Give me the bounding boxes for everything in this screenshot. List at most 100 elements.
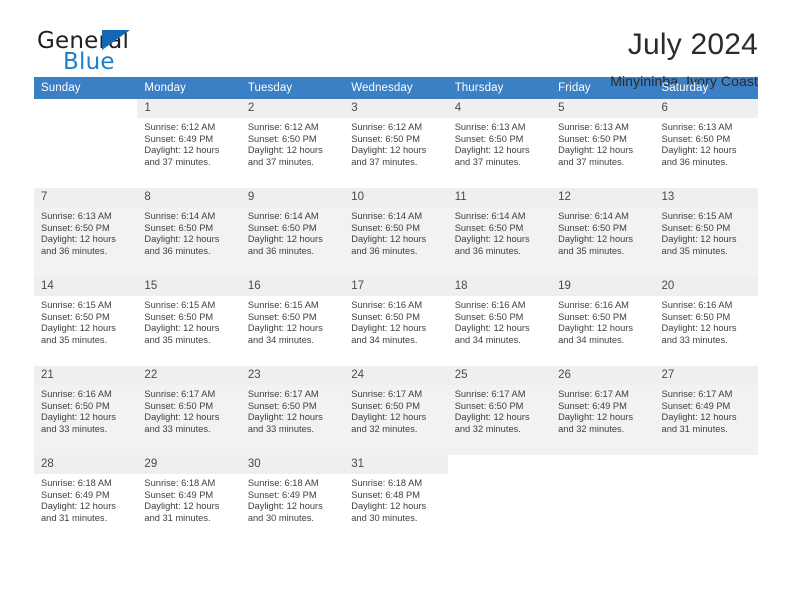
sunrise-text: Sunrise: 6:18 AM	[247, 478, 319, 488]
daylight-text-line1: Daylight: 12 hours	[661, 412, 737, 423]
day-cell[interactable]: 31 Sunrise: 6:18 AM Sunset: 6:48 PM Dayligh…	[344, 455, 448, 544]
day-cell[interactable]: 28 Sunrise: 6:18 AM Sunset: 6:49 PM Dayligh…	[34, 455, 138, 544]
calendar-page: General Blue July 2024 Minyininba, Ivory…	[0, 0, 792, 612]
day-cell[interactable]: 1 Sunrise: 6:12 AM Sunset: 6:49 PM Daylight…	[137, 99, 241, 188]
sunrise-text: Sunrise: 6:16 AM	[558, 300, 629, 310]
day-cell[interactable]: 13 Sunrise: 6:15 AM Sunset: 6:50 PM Dayligh…	[654, 188, 758, 277]
day-cell[interactable]	[448, 455, 551, 544]
day-cell[interactable]: 16 Sunrise: 6:15 AM Sunset: 6:50 PM Dayligh…	[240, 277, 345, 366]
sunrise-text: Sunrise: 6:15 AM	[144, 300, 216, 310]
daylight-text-line1: Daylight: 12 hours	[661, 234, 737, 245]
sunrise-text: Sunrise: 6:15 AM	[41, 300, 112, 310]
daylight-text-line2: and 34 minutes.	[351, 334, 418, 345]
day-number: 22	[137, 366, 241, 385]
day-cell[interactable]: 14 Sunrise: 6:15 AM Sunset: 6:50 PM Dayligh…	[34, 277, 138, 366]
sunrise-text: Sunrise: 6:14 AM	[144, 211, 216, 221]
daylight-text-line1: Daylight: 12 hours	[661, 145, 737, 156]
day-cell[interactable]: 24 Sunrise: 6:17 AM Sunset: 6:50 PM Dayligh…	[344, 366, 448, 455]
day-cell[interactable]: 10 Sunrise: 6:14 AM Sunset: 6:50 PM Dayligh…	[344, 188, 448, 277]
daylight-text-line1: Daylight: 12 hours	[144, 501, 220, 512]
day-cell[interactable]: 9 Sunrise: 6:14 AM Sunset: 6:50 PM Daylight…	[240, 188, 345, 277]
day-cell[interactable]: 2 Sunrise: 6:12 AM Sunset: 6:50 PM Daylight…	[240, 99, 345, 188]
daylight-text-line1: Daylight: 12 hours	[558, 234, 634, 245]
sunset-text: Sunset: 6:50 PM	[247, 222, 317, 233]
day-cell[interactable]: 8 Sunrise: 6:14 AM Sunset: 6:50 PM Daylight…	[137, 188, 241, 277]
sunset-text: Sunset: 6:50 PM	[351, 400, 420, 411]
calendar-week-row: 28 Sunrise: 6:18 AM Sunset: 6:49 PM Dayligh…	[34, 455, 758, 544]
day-cell[interactable]: 21 Sunrise: 6:16 AM Sunset: 6:50 PM Dayligh…	[34, 366, 138, 455]
day-cell[interactable]: 6 Sunrise: 6:13 AM Sunset: 6:50 PM Daylight…	[654, 99, 758, 188]
day-cell[interactable]	[655, 455, 758, 544]
sunset-text: Sunset: 6:50 PM	[454, 400, 524, 411]
weekday-header-tuesday: Tuesday	[240, 77, 345, 99]
day-number: 24	[344, 366, 448, 385]
sunrise-text: Sunrise: 6:16 AM	[41, 389, 112, 399]
day-cell[interactable]: 7 Sunrise: 6:13 AM Sunset: 6:50 PM Daylight…	[34, 188, 138, 277]
day-cell[interactable]: 23 Sunrise: 6:17 AM Sunset: 6:50 PM Dayligh…	[240, 366, 345, 455]
day-number: 18	[447, 277, 552, 296]
daylight-text-line2: and 36 minutes.	[144, 245, 211, 256]
day-number: 25	[447, 366, 552, 385]
day-cell[interactable]: 29 Sunrise: 6:18 AM Sunset: 6:49 PM Dayligh…	[137, 455, 241, 544]
sunset-text: Sunset: 6:48 PM	[351, 489, 420, 500]
sunset-text: Sunset: 6:50 PM	[247, 133, 317, 144]
daylight-text-line2: and 36 minutes.	[454, 245, 521, 256]
sunrise-text: Sunrise: 6:17 AM	[454, 389, 526, 399]
sunset-text: Sunset: 6:50 PM	[454, 133, 524, 144]
daylight-text-line2: and 36 minutes.	[247, 245, 314, 256]
day-number: 30	[240, 455, 345, 474]
sunset-text: Sunset: 6:50 PM	[41, 222, 110, 233]
day-number: 21	[34, 366, 138, 385]
sunrise-text: Sunrise: 6:17 AM	[247, 389, 319, 399]
sunrise-text: Sunrise: 6:13 AM	[454, 122, 526, 132]
sunset-text: Sunset: 6:50 PM	[454, 222, 524, 233]
sunset-text: Sunset: 6:50 PM	[41, 311, 110, 322]
day-number: 1	[137, 99, 241, 118]
day-cell[interactable]: 30 Sunrise: 6:18 AM Sunset: 6:49 PM Dayligh…	[240, 455, 345, 544]
day-cell[interactable]: 25 Sunrise: 6:17 AM Sunset: 6:50 PM Dayligh…	[447, 366, 552, 455]
day-cell[interactable]: 17 Sunrise: 6:16 AM Sunset: 6:50 PM Dayligh…	[344, 277, 448, 366]
daylight-text-line2: and 36 minutes.	[661, 156, 728, 167]
daylight-text-line1: Daylight: 12 hours	[558, 323, 634, 334]
general-blue-logo[interactable]: General Blue	[34, 28, 234, 80]
day-cell[interactable]: 22 Sunrise: 6:17 AM Sunset: 6:50 PM Dayligh…	[137, 366, 241, 455]
sunrise-text: Sunrise: 6:17 AM	[144, 389, 216, 399]
daylight-text-line2: and 34 minutes.	[454, 334, 521, 345]
sunrise-text: Sunrise: 6:17 AM	[558, 389, 629, 399]
day-cell[interactable]: 19 Sunrise: 6:16 AM Sunset: 6:50 PM Dayligh…	[551, 277, 655, 366]
daylight-text-line2: and 34 minutes.	[247, 334, 314, 345]
sunrise-text: Sunrise: 6:14 AM	[454, 211, 526, 221]
day-cell[interactable]: 3 Sunrise: 6:12 AM Sunset: 6:50 PM Daylight…	[344, 99, 448, 188]
day-cell[interactable]: 27 Sunrise: 6:17 AM Sunset: 6:49 PM Dayligh…	[654, 366, 758, 455]
sunset-text: Sunset: 6:50 PM	[247, 311, 317, 322]
day-cell[interactable]: 5 Sunrise: 6:13 AM Sunset: 6:50 PM Daylight…	[551, 99, 655, 188]
page-title: July 2024	[627, 28, 758, 61]
sunrise-text: Sunrise: 6:15 AM	[247, 300, 319, 310]
daylight-text-line1: Daylight: 12 hours	[247, 501, 323, 512]
sunset-text: Sunset: 6:49 PM	[41, 489, 110, 500]
day-cell[interactable]	[34, 99, 137, 188]
day-cell[interactable]	[551, 455, 654, 544]
daylight-text-line2: and 31 minutes.	[144, 512, 211, 523]
day-cell[interactable]: 12 Sunrise: 6:14 AM Sunset: 6:50 PM Dayligh…	[551, 188, 655, 277]
daylight-text-line1: Daylight: 12 hours	[351, 412, 427, 423]
daylight-text-line2: and 33 minutes.	[247, 423, 314, 434]
daylight-text-line1: Daylight: 12 hours	[351, 501, 427, 512]
daylight-text-line2: and 37 minutes.	[454, 156, 521, 167]
sunset-text: Sunset: 6:50 PM	[558, 133, 627, 144]
day-number: 8	[137, 188, 241, 207]
day-cell[interactable]: 15 Sunrise: 6:15 AM Sunset: 6:50 PM Dayligh…	[137, 277, 241, 366]
daylight-text-line1: Daylight: 12 hours	[247, 234, 323, 245]
day-cell[interactable]: 26 Sunrise: 6:17 AM Sunset: 6:49 PM Dayligh…	[551, 366, 655, 455]
daylight-text-line1: Daylight: 12 hours	[41, 501, 116, 512]
day-cell[interactable]: 4 Sunrise: 6:13 AM Sunset: 6:50 PM Daylight…	[447, 99, 552, 188]
weekday-header-wednesday: Wednesday	[344, 77, 448, 99]
day-number: 5	[551, 99, 655, 118]
daylight-text-line1: Daylight: 12 hours	[144, 234, 220, 245]
sunrise-text: Sunrise: 6:17 AM	[661, 389, 733, 399]
day-number: 31	[344, 455, 448, 474]
day-cell[interactable]: 18 Sunrise: 6:16 AM Sunset: 6:50 PM Dayligh…	[447, 277, 552, 366]
day-cell[interactable]: 20 Sunrise: 6:16 AM Sunset: 6:50 PM Dayligh…	[654, 277, 758, 366]
weekday-header-monday: Monday	[137, 77, 241, 99]
day-cell[interactable]: 11 Sunrise: 6:14 AM Sunset: 6:50 PM Dayligh…	[447, 188, 552, 277]
